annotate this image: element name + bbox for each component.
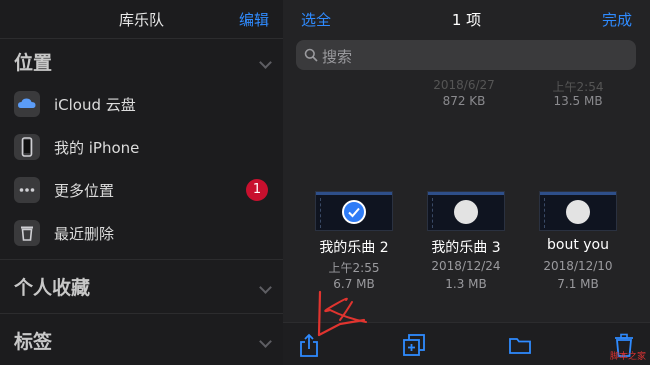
file-size: 13.5 MB xyxy=(553,94,603,108)
search-input[interactable]: 搜索 xyxy=(296,40,636,70)
file-date: 2018/6/27 xyxy=(433,78,495,92)
edit-button[interactable]: 编辑 xyxy=(239,9,269,30)
sidebar: 库乐队 编辑 位置 iCloud 云盘 我的 iPhone 更多位置 1 最近删… xyxy=(0,0,283,365)
file-size: 6.7 MB xyxy=(333,277,375,291)
iphone-icon xyxy=(14,134,40,160)
folder-icon[interactable] xyxy=(507,332,533,358)
search-placeholder: 搜索 xyxy=(322,48,353,66)
more-icon xyxy=(14,177,40,203)
file-name: 我的乐曲 2 xyxy=(319,240,389,256)
file-date: 2018/12/24 xyxy=(431,259,501,273)
sidebar-item-label: 最近删除 xyxy=(54,225,115,243)
duplicate-icon[interactable] xyxy=(401,332,427,358)
chevron-down-icon xyxy=(259,281,272,294)
sidebar-item-label: 我的 iPhone xyxy=(54,139,140,157)
section-favorites[interactable]: 个人收藏 xyxy=(14,273,272,303)
bottom-toolbar xyxy=(283,322,650,365)
file-browser: 选全 1 项 完成 搜索 2018/6/27 872 KB 上午2:54 13.… xyxy=(283,0,650,365)
sidebar-item-my-iphone[interactable]: 我的 iPhone xyxy=(14,131,276,163)
section-locations[interactable]: 位置 xyxy=(14,48,272,78)
icloud-drive-icon xyxy=(14,91,40,117)
divider xyxy=(0,313,283,314)
sidebar-item-icloud[interactable]: iCloud 云盘 xyxy=(14,88,276,120)
file-date: 2018/12/10 xyxy=(543,259,613,273)
sidebar-header: 库乐队 编辑 xyxy=(0,0,283,38)
selection-circle-icon[interactable] xyxy=(566,200,590,224)
top-bar: 选全 1 项 完成 xyxy=(283,0,650,38)
done-button[interactable]: 完成 xyxy=(602,9,632,30)
watermark: 脚本之家 xyxy=(609,352,646,362)
checkmark-icon[interactable] xyxy=(342,200,366,224)
section-favorites-label: 个人收藏 xyxy=(14,277,91,299)
file-name: bout you xyxy=(547,237,609,253)
selection-count: 1 项 xyxy=(451,11,482,29)
file-item[interactable]: bout you 2018/12/10 7.1 MB xyxy=(523,191,633,295)
file-date: 上午2:54 xyxy=(552,80,604,94)
share-icon[interactable] xyxy=(296,332,322,358)
sidebar-item-more-locations[interactable]: 更多位置 1 xyxy=(14,174,276,206)
divider xyxy=(0,38,283,39)
file-name: 我的乐曲 3 xyxy=(431,240,501,256)
file-thumbnail xyxy=(539,191,617,231)
chevron-down-icon xyxy=(259,56,272,69)
selection-circle-icon[interactable] xyxy=(454,200,478,224)
sidebar-item-recently-deleted[interactable]: 最近删除 xyxy=(14,217,276,249)
section-locations-label: 位置 xyxy=(14,52,53,74)
section-tags-label: 标签 xyxy=(14,331,53,353)
file-date: 上午2:55 xyxy=(328,261,380,275)
chevron-down-icon xyxy=(259,335,272,348)
sidebar-item-label: iCloud 云盘 xyxy=(54,96,136,114)
search-icon xyxy=(304,48,318,62)
file-size: 1.3 MB xyxy=(445,277,487,291)
notification-badge: 1 xyxy=(246,179,268,201)
file-item[interactable]: 我的乐曲 3 2018/12/24 1.3 MB xyxy=(411,191,521,295)
file-item[interactable]: 我的乐曲 2 上午2:55 6.7 MB xyxy=(299,191,409,295)
sidebar-item-label: 更多位置 xyxy=(54,182,115,200)
file-thumbnail xyxy=(427,191,505,231)
file-thumbnail xyxy=(315,191,393,231)
file-size: 872 KB xyxy=(442,94,486,108)
section-tags[interactable]: 标签 xyxy=(14,327,272,357)
trash-icon xyxy=(14,220,40,246)
file-size: 7.1 MB xyxy=(557,277,599,291)
divider xyxy=(0,259,283,260)
